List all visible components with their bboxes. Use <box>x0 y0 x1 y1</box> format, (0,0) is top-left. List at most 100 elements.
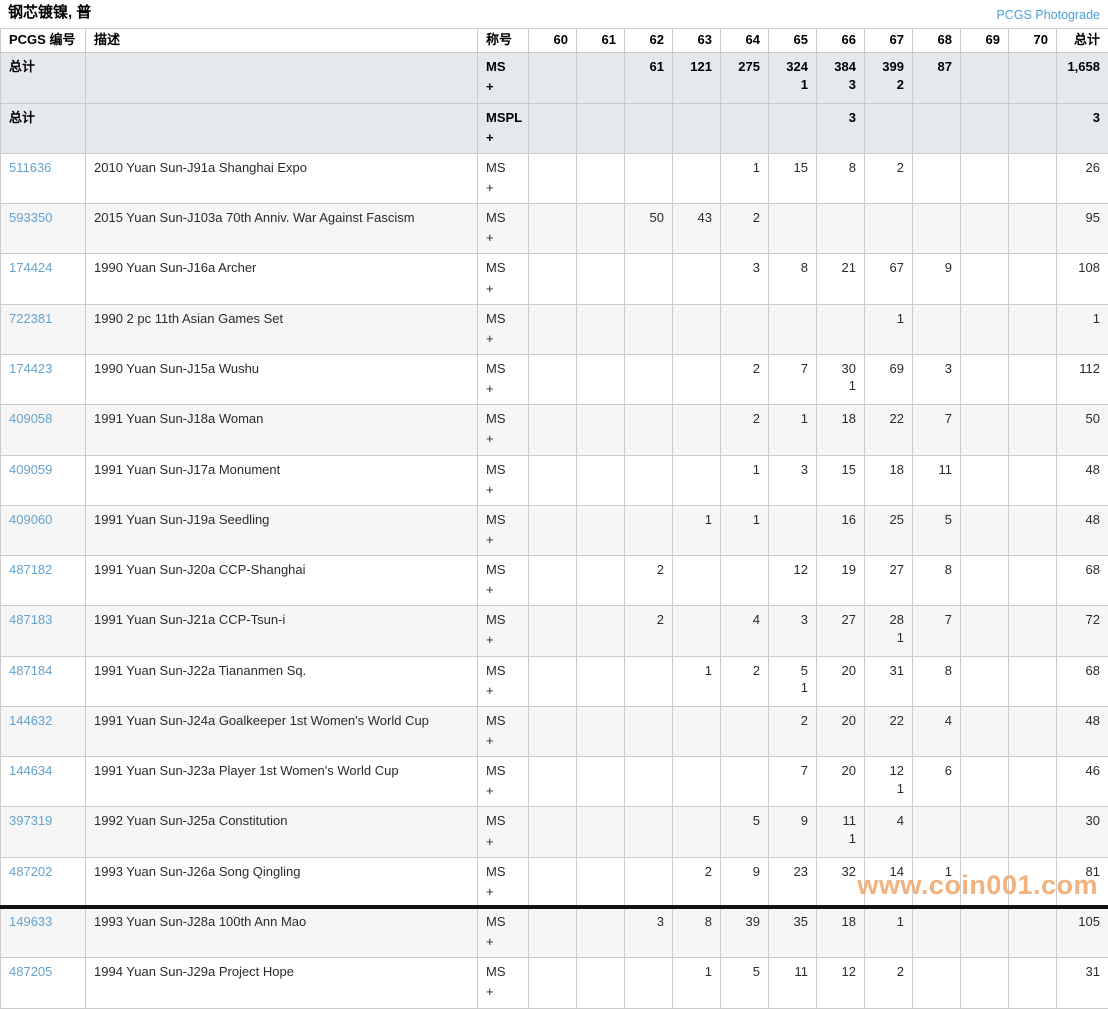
designation-plus-label: + <box>486 882 520 902</box>
grade-count: 18 <box>825 409 856 429</box>
grade-cell-62 <box>625 103 673 153</box>
grade-cell-66: 19 <box>817 556 865 606</box>
totals-row-ms: 总计MS+61121275324138433992871,658 <box>1 53 1108 103</box>
grade-count: 15 <box>825 460 856 480</box>
designation-plus-label: + <box>486 832 520 852</box>
grade-cell-64 <box>721 304 769 354</box>
grade-cell-66 <box>817 304 865 354</box>
grade-count: 16 <box>825 510 856 530</box>
grade-cell-68 <box>913 204 961 254</box>
designation-cell: MS+ <box>478 857 529 907</box>
grade-count: 12 <box>825 962 856 982</box>
designation-label: MS <box>486 208 520 228</box>
grade-cell-61 <box>577 455 625 505</box>
grade-cell-66: 21 <box>817 254 865 304</box>
grade-cell-62 <box>625 304 673 354</box>
grade-count: 6 <box>921 761 952 781</box>
designation-cell: MSPL+ <box>478 103 529 153</box>
grade-count: 8 <box>825 158 856 178</box>
grade-count: 2 <box>873 158 904 178</box>
grade-count: 9 <box>777 811 808 831</box>
grade-cell-61 <box>577 354 625 404</box>
col-header-total: 总计 <box>1057 29 1108 53</box>
pcgs-number-link[interactable]: 144634 <box>9 763 52 778</box>
table-row: 4872021993 Yuan Sun-J26a Song QinglingMS… <box>1 857 1108 907</box>
pcgs-number-link[interactable]: 487182 <box>9 562 52 577</box>
pcgs-number-link[interactable]: 487205 <box>9 964 52 979</box>
grade-count: 2 <box>729 661 760 681</box>
grade-count: 1 <box>681 962 712 982</box>
pcgs-number-link[interactable]: 409060 <box>9 512 52 527</box>
grade-count: 35 <box>777 912 808 932</box>
grade-cell-60 <box>529 405 577 455</box>
grade-cell-70 <box>1009 706 1057 756</box>
grade-cell-64 <box>721 706 769 756</box>
grade-cell-64 <box>721 556 769 606</box>
pcgs-number-link[interactable]: 174423 <box>9 361 52 376</box>
grade-count: 61 <box>633 57 664 77</box>
pcgs-number-link[interactable]: 487202 <box>9 864 52 879</box>
pcgs-number-link[interactable]: 409058 <box>9 411 52 426</box>
table-row: 4090581991 Yuan Sun-J18a WomanMS+2118227… <box>1 405 1108 455</box>
pcgs-number-link[interactable]: 722381 <box>9 311 52 326</box>
grade-cell-70 <box>1009 908 1057 958</box>
designation-label: MS <box>486 57 520 77</box>
designation-plus-label: + <box>486 731 520 751</box>
description-cell: 1991 Yuan Sun-J24a Goalkeeper 1st Women'… <box>86 706 478 756</box>
total-cell: 112 <box>1057 354 1108 404</box>
grade-cell-67: 18 <box>865 455 913 505</box>
grade-count: 2 <box>681 862 712 882</box>
grade-cell-63 <box>673 254 721 304</box>
grade-count: 27 <box>873 560 904 580</box>
pcgs-number-link[interactable]: 397319 <box>9 813 52 828</box>
pcgs-number-cell: 174423 <box>1 354 86 404</box>
grade-cell-60 <box>529 304 577 354</box>
grade-count: 8 <box>921 661 952 681</box>
pcgs-number-link[interactable]: 409059 <box>9 462 52 477</box>
grade-cell-68 <box>913 807 961 857</box>
total-count: 46 <box>1065 761 1100 781</box>
grade-cell-70 <box>1009 455 1057 505</box>
designation-cell: MS+ <box>478 606 529 656</box>
total-cell: 48 <box>1057 455 1108 505</box>
grade-cell-62 <box>625 354 673 404</box>
designation-label: MS <box>486 158 520 178</box>
pcgs-number-link[interactable]: 149633 <box>9 914 52 929</box>
grade-count: 9 <box>729 862 760 882</box>
table-row: 4871821991 Yuan Sun-J20a CCP-ShanghaiMS+… <box>1 556 1108 606</box>
grade-cell-70 <box>1009 807 1057 857</box>
grade-cell-62 <box>625 656 673 706</box>
pcgs-number-cell: 174424 <box>1 254 86 304</box>
pcgs-photograde-link[interactable]: PCGS Photograde <box>996 8 1100 22</box>
total-cell: 1,658 <box>1057 53 1108 103</box>
description-cell: 1991 Yuan Sun-J17a Monument <box>86 455 478 505</box>
grade-cell-63: 2 <box>673 857 721 907</box>
pcgs-number-link[interactable]: 593350 <box>9 210 52 225</box>
designation-cell: MS+ <box>478 807 529 857</box>
grade-cell-61 <box>577 857 625 907</box>
total-count: 48 <box>1065 510 1100 530</box>
pcgs-number-link[interactable]: 487183 <box>9 612 52 627</box>
grade-cell-70 <box>1009 304 1057 354</box>
designation-label: MS <box>486 409 520 429</box>
grade-cell-61 <box>577 706 625 756</box>
designation-label: MS <box>486 962 520 982</box>
designation-plus-label: + <box>486 982 520 1002</box>
plus-grade-count: 1 <box>825 378 856 395</box>
table-row: 1446341991 Yuan Sun-J23a Player 1st Wome… <box>1 757 1108 807</box>
description-cell: 1991 Yuan Sun-J19a Seedling <box>86 505 478 555</box>
pcgs-number-link[interactable]: 174424 <box>9 260 52 275</box>
grade-cell-62: 2 <box>625 556 673 606</box>
pcgs-number-cell: 409060 <box>1 505 86 555</box>
grade-cell-63: 1 <box>673 505 721 555</box>
grade-cell-66: 3 <box>817 103 865 153</box>
pcgs-number-link[interactable]: 144632 <box>9 713 52 728</box>
grade-count: 30 <box>825 359 856 379</box>
grade-cell-68 <box>913 153 961 203</box>
grade-count: 4 <box>873 811 904 831</box>
pcgs-number-link[interactable]: 487184 <box>9 663 52 678</box>
grade-count: 1 <box>873 309 904 329</box>
grade-cell-64: 2 <box>721 204 769 254</box>
grade-cell-65: 12 <box>769 556 817 606</box>
pcgs-number-link[interactable]: 511636 <box>9 160 51 175</box>
